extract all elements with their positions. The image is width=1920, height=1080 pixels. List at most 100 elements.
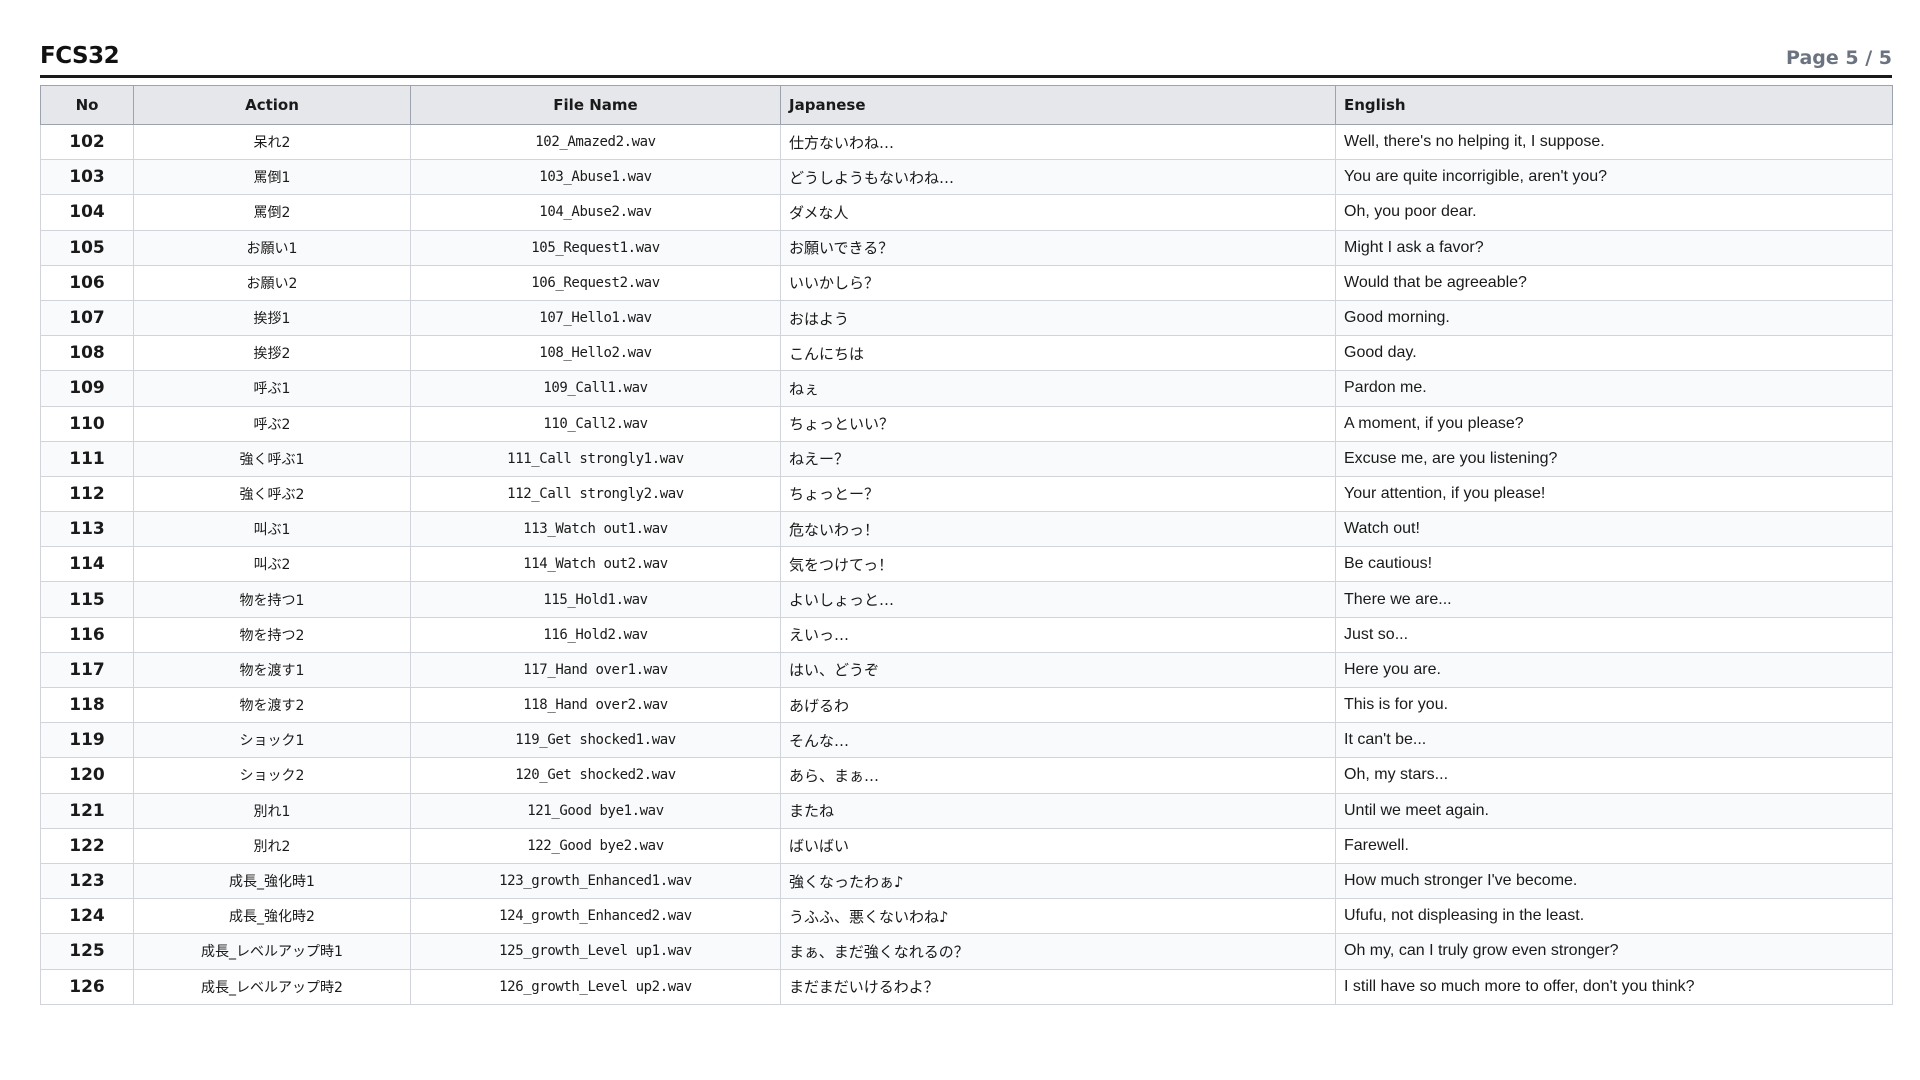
cell-english: Oh, you poor dear. bbox=[1335, 194, 1893, 231]
cell-japanese: まぁ、まだ強くなれるの？ bbox=[780, 933, 1336, 970]
cell-no: 102 bbox=[40, 123, 134, 161]
cell-file-name: 103_Abuse1.wav bbox=[410, 159, 781, 196]
cell-english: Watch out! bbox=[1335, 511, 1893, 548]
table-row: 105 お願い1 105_Request1.wav お願いできる？ Might I as… bbox=[40, 229, 1893, 266]
table-row: 123 成長_強化時1 123_growth_Enhanced1.wav 強くなったわ… bbox=[40, 862, 1893, 900]
cell-english: Farewell. bbox=[1335, 827, 1893, 864]
cell-no: 105 bbox=[40, 229, 134, 266]
cell-no: 113 bbox=[40, 511, 134, 548]
cell-file-name: 122_Good bye2.wav bbox=[410, 827, 781, 864]
cell-english: Until we meet again. bbox=[1335, 792, 1893, 829]
table-header-row: No Action File Name Japanese English bbox=[40, 85, 1893, 125]
cell-no: 112 bbox=[40, 475, 134, 513]
cell-action: 物を渡す2 bbox=[133, 686, 411, 724]
cell-file-name: 108_Hello2.wav bbox=[410, 335, 781, 372]
cell-file-name: 106_Request2.wav bbox=[410, 264, 781, 301]
cell-action: 成長_レベルアップ時2 bbox=[133, 968, 411, 1005]
cell-file-name: 113_Watch out1.wav bbox=[410, 511, 781, 548]
document-title: FCS32 bbox=[40, 43, 120, 69]
table-row: 109 呼ぶ1 109_Call1.wav ねぇ Pardon me. bbox=[40, 370, 1893, 407]
cell-file-name: 114_Watch out2.wav bbox=[410, 546, 781, 583]
cell-action: 物を持つ2 bbox=[133, 616, 411, 653]
cell-english: Here you are. bbox=[1335, 651, 1893, 689]
cell-no: 104 bbox=[40, 194, 134, 231]
cell-action: 強く呼ぶ1 bbox=[133, 440, 411, 477]
cell-japanese: どうしようもないわね… bbox=[780, 159, 1336, 196]
cell-english: Good day. bbox=[1335, 335, 1893, 372]
cell-japanese: おはよう bbox=[780, 299, 1336, 337]
cell-no: 126 bbox=[40, 968, 134, 1005]
cell-file-name: 125_growth_Level up1.wav bbox=[410, 933, 781, 970]
cell-japanese: ねえー？ bbox=[780, 440, 1336, 477]
cell-action: 別れ1 bbox=[133, 792, 411, 829]
cell-english: Good morning. bbox=[1335, 299, 1893, 337]
table-row: 126 成長_レベルアップ時2 126_growth_Level up2.wav まだ… bbox=[40, 968, 1893, 1005]
table-row: 108 挨拶2 108_Hello2.wav こんにちは Good day. bbox=[40, 335, 1893, 372]
cell-action: 別れ2 bbox=[133, 827, 411, 864]
table-row: 124 成長_強化時2 124_growth_Enhanced2.wav うふふ、悪く… bbox=[40, 898, 1893, 935]
table-row: 110 呼ぶ2 110_Call2.wav ちょっといい？ A moment, if y… bbox=[40, 405, 1893, 442]
cell-file-name: 121_Good bye1.wav bbox=[410, 792, 781, 829]
cell-file-name: 112_Call strongly2.wav bbox=[410, 475, 781, 513]
cell-japanese: 仕方ないわね… bbox=[780, 123, 1336, 161]
cell-action: 成長_強化時1 bbox=[133, 862, 411, 900]
cell-english: Might I ask a favor? bbox=[1335, 229, 1893, 266]
table-row: 112 強く呼ぶ2 112_Call strongly2.wav ちょっとー？ Your… bbox=[40, 475, 1893, 513]
cell-english: Be cautious! bbox=[1335, 546, 1893, 583]
cell-no: 122 bbox=[40, 827, 134, 864]
cell-no: 111 bbox=[40, 440, 134, 477]
cell-japanese: 気をつけてっ！ bbox=[780, 546, 1336, 583]
cell-japanese: ばいばい bbox=[780, 827, 1336, 864]
table-row: 104 罵倒2 104_Abuse2.wav ダメな人 Oh, you poor dea… bbox=[40, 194, 1893, 231]
cell-file-name: 123_growth_Enhanced1.wav bbox=[410, 862, 781, 900]
cell-file-name: 117_Hand over1.wav bbox=[410, 651, 781, 689]
table-row: 111 強く呼ぶ1 111_Call strongly1.wav ねえー？ Excuse… bbox=[40, 440, 1893, 477]
cell-action: 呼ぶ1 bbox=[133, 370, 411, 407]
cell-no: 124 bbox=[40, 898, 134, 935]
cell-english: A moment, if you please? bbox=[1335, 405, 1893, 442]
cell-english: It can't be... bbox=[1335, 722, 1893, 759]
cell-japanese: いいかしら？ bbox=[780, 264, 1336, 301]
voice-lines-table: No Action File Name Japanese English 102… bbox=[40, 85, 1893, 1005]
cell-english: Excuse me, are you listening? bbox=[1335, 440, 1893, 477]
cell-no: 123 bbox=[40, 862, 134, 900]
table-row: 113 叫ぶ1 113_Watch out1.wav 危ないわっ！ Watch out! bbox=[40, 511, 1893, 548]
cell-action: 罵倒1 bbox=[133, 159, 411, 196]
cell-action: 挨拶1 bbox=[133, 299, 411, 337]
cell-english: Oh, my stars... bbox=[1335, 757, 1893, 794]
cell-action: 物を持つ1 bbox=[133, 581, 411, 618]
column-header-action: Action bbox=[133, 85, 411, 125]
table-row: 102 呆れ2 102_Amazed2.wav 仕方ないわね… Well, there'… bbox=[40, 123, 1893, 161]
cell-file-name: 119_Get shocked1.wav bbox=[410, 722, 781, 759]
cell-file-name: 111_Call strongly1.wav bbox=[410, 440, 781, 477]
cell-english: Well, there's no helping it, I suppose. bbox=[1335, 123, 1893, 161]
table-row: 117 物を渡す1 117_Hand over1.wav はい、どうぞ Here you… bbox=[40, 651, 1893, 689]
cell-file-name: 120_Get shocked2.wav bbox=[410, 757, 781, 794]
column-header-no: No bbox=[40, 85, 134, 125]
cell-no: 119 bbox=[40, 722, 134, 759]
cell-english: There we are... bbox=[1335, 581, 1893, 618]
cell-japanese: まだまだいけるわよ？ bbox=[780, 968, 1336, 1005]
table-row: 114 叫ぶ2 114_Watch out2.wav 気をつけてっ！ Be cautio… bbox=[40, 546, 1893, 583]
column-header-english: English bbox=[1335, 85, 1893, 125]
cell-action: お願い1 bbox=[133, 229, 411, 266]
cell-english: Pardon me. bbox=[1335, 370, 1893, 407]
cell-japanese: あら、まぁ… bbox=[780, 757, 1336, 794]
cell-action: ショック2 bbox=[133, 757, 411, 794]
cell-japanese: ダメな人 bbox=[780, 194, 1336, 231]
cell-english: Would that be agreeable? bbox=[1335, 264, 1893, 301]
table-row: 116 物を持つ2 116_Hold2.wav えいっ… Just so... bbox=[40, 616, 1893, 653]
cell-no: 117 bbox=[40, 651, 134, 689]
table-row: 125 成長_レベルアップ時1 125_growth_Level up1.wav まぁ… bbox=[40, 933, 1893, 970]
cell-action: 叫ぶ1 bbox=[133, 511, 411, 548]
cell-japanese: そんな… bbox=[780, 722, 1336, 759]
cell-japanese: お願いできる？ bbox=[780, 229, 1336, 266]
cell-english: This is for you. bbox=[1335, 686, 1893, 724]
cell-japanese: 危ないわっ！ bbox=[780, 511, 1336, 548]
table-row: 107 挨拶1 107_Hello1.wav おはよう Good morning. bbox=[40, 299, 1893, 337]
cell-japanese: はい、どうぞ bbox=[780, 651, 1336, 689]
cell-file-name: 116_Hold2.wav bbox=[410, 616, 781, 653]
table-row: 106 お願い2 106_Request2.wav いいかしら？ Would that … bbox=[40, 264, 1893, 301]
cell-action: 成長_強化時2 bbox=[133, 898, 411, 935]
cell-no: 125 bbox=[40, 933, 134, 970]
